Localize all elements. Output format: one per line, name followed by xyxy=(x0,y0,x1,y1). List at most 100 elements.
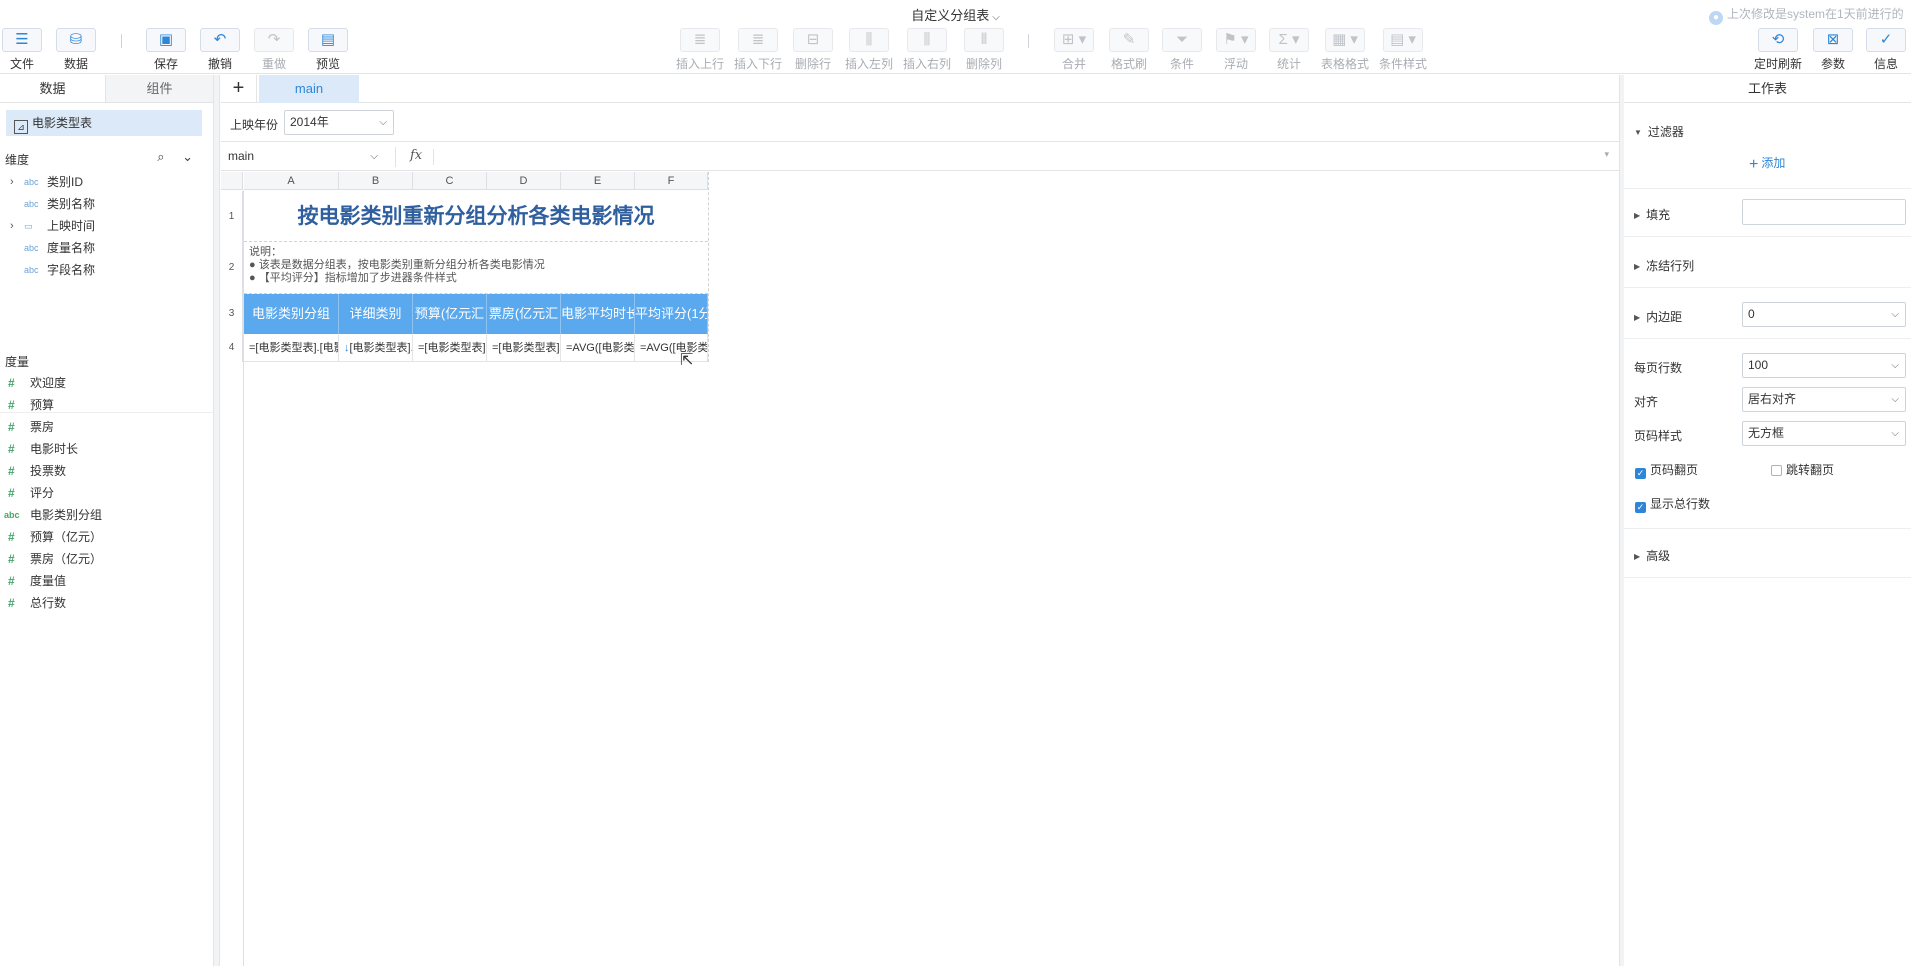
delete-row-button[interactable]: ⊟ 删除行 xyxy=(786,28,840,72)
last-modified-info: ● 上次修改是system在1天前进行的 xyxy=(1709,5,1911,25)
header-cell[interactable]: 预算(亿元汇 xyxy=(413,294,487,334)
tab-components[interactable]: 组件 xyxy=(105,75,213,102)
expand-formula-icon[interactable]: ▾ xyxy=(1604,149,1609,160)
mouse-cursor-icon: ⇱ xyxy=(680,352,694,369)
dimensions-title: 维度 xyxy=(5,153,30,167)
chevron-right-icon[interactable]: › xyxy=(10,172,20,192)
user-icon: ● xyxy=(1709,11,1723,25)
conditional-style-button[interactable]: ▤ ▾ 条件样式 xyxy=(1376,28,1430,72)
add-sheet-button[interactable]: + xyxy=(221,75,257,103)
text-type-icon: abc xyxy=(4,510,20,520)
report-title[interactable]: 按电影类别重新分组分析各类电影情况 xyxy=(244,191,708,242)
freeze-section[interactable]: ▶ 冻结行列 xyxy=(1634,257,1694,274)
row-header[interactable]: 4 xyxy=(221,334,243,362)
header-cell[interactable]: 平均评分(1分 xyxy=(635,294,708,334)
document-title[interactable]: 自定义分组表 ⌵ xyxy=(0,5,1911,24)
save-button[interactable]: ▣ 保存 xyxy=(139,28,193,72)
padding-select[interactable]: 0 ⌵ xyxy=(1742,302,1906,327)
left-panel-resizer[interactable] xyxy=(214,75,220,966)
rows-per-page-label: 每页行数 xyxy=(1634,361,1683,375)
scheduled-refresh-button[interactable]: ⟲ 定时刷新 xyxy=(1751,28,1805,72)
rows-per-page-select[interactable]: 100 ⌵ xyxy=(1742,353,1906,378)
column-header[interactable]: A xyxy=(244,172,339,190)
delete-row-icon: ⊟ xyxy=(793,28,833,52)
chevron-right-icon: ▶ xyxy=(1634,313,1641,322)
column-header[interactable]: B xyxy=(339,172,413,190)
year-select[interactable]: 2014年 ⌵ xyxy=(284,110,394,135)
params-icon: ⊠ xyxy=(1813,28,1853,52)
formula-cell[interactable]: ↓[电影类型表].[ xyxy=(339,334,413,362)
tab-data[interactable]: 数据 xyxy=(0,75,105,102)
redo-button[interactable]: ↷ 重做 xyxy=(247,28,301,72)
filter-icon: ⏷ xyxy=(1162,28,1202,52)
number-type-icon: # xyxy=(8,464,15,478)
table-format-button[interactable]: ▦ ▾ 表格格式 xyxy=(1318,28,1372,72)
params-button[interactable]: ⊠ 参数 xyxy=(1806,28,1860,72)
pager-style-label: 页码样式 xyxy=(1634,429,1683,443)
preview-button[interactable]: ▤ 预览 xyxy=(301,28,355,72)
column-header[interactable]: C xyxy=(413,172,487,190)
search-icon[interactable]: ⌕ xyxy=(157,149,164,164)
chevron-right-icon[interactable]: › xyxy=(10,216,20,236)
statistics-button[interactable]: Σ ▾ 统计 xyxy=(1262,28,1316,72)
spreadsheet-grid[interactable]: A B C D E F 1 2 3 4 按电影类别重新分组分析各类电影情况 说明… xyxy=(221,172,1619,966)
insert-row-below-button[interactable]: ≣ 插入下行 xyxy=(731,28,785,72)
format-painter-button[interactable]: ✎ 格式刷 xyxy=(1102,28,1156,72)
merge-button[interactable]: ⊞ ▾ 合并 xyxy=(1047,28,1101,72)
divider xyxy=(1624,188,1911,189)
sum-icon: Σ ▾ xyxy=(1269,28,1309,52)
padding-section[interactable]: ▶ 内边距 xyxy=(1634,308,1682,325)
formula-cell[interactable]: =[电影类型表].[ xyxy=(487,334,561,362)
header-cell[interactable]: 详细类别 xyxy=(339,294,413,334)
row-header[interactable]: 1 xyxy=(221,191,243,242)
align-select[interactable]: 居右对齐 ⌵ xyxy=(1742,387,1906,412)
report-description[interactable]: 说明： ● 该表是数据分组表，按电影类别重新分组分析各类电影情况 ● 【平均评分… xyxy=(244,242,708,294)
insert-row-above-icon: ≣ xyxy=(680,28,720,52)
fill-section[interactable]: ▶ 填充 xyxy=(1634,206,1670,223)
filter-section[interactable]: ▼ 过滤器 xyxy=(1634,123,1684,140)
show-total-checkbox[interactable]: ✓ 显示总行数 xyxy=(1635,495,1710,513)
insert-col-left-button[interactable]: ⫼ 插入左列 xyxy=(842,28,896,72)
formula-cell[interactable]: =AVG([电影类型 xyxy=(635,334,708,362)
formula-cell[interactable]: =[电影类型表].[电影 xyxy=(244,334,339,362)
delete-col-icon: ⫴ xyxy=(964,28,1004,52)
header-cell[interactable]: 电影平均时长 xyxy=(561,294,635,334)
header-cell[interactable]: 电影类别分组 xyxy=(244,294,339,334)
data-button[interactable]: ⛁ 数据 xyxy=(49,28,103,72)
row-header[interactable]: 3 xyxy=(221,294,243,334)
insert-col-right-button[interactable]: ⫼ 插入右列 xyxy=(900,28,954,72)
jump-flip-checkbox[interactable]: 跳转翻页 xyxy=(1771,461,1834,478)
grid-corner[interactable] xyxy=(221,172,243,190)
divider xyxy=(1624,338,1911,339)
float-button[interactable]: ⚑ ▾ 浮动 xyxy=(1209,28,1263,72)
number-type-icon: # xyxy=(8,398,15,412)
chevron-right-icon: ▶ xyxy=(1634,211,1641,220)
pager-style-select[interactable]: 无方框 ⌵ xyxy=(1742,421,1906,446)
number-type-icon: # xyxy=(8,574,15,588)
dataset-item[interactable]: ⊿ 电影类型表 xyxy=(6,110,202,136)
tab-main[interactable]: main xyxy=(259,75,359,103)
info-button[interactable]: ✓ 信息 xyxy=(1859,28,1911,72)
column-header[interactable]: E xyxy=(561,172,635,190)
database-icon: ⛁ xyxy=(56,28,96,52)
chevron-down-icon[interactable]: ⌄ xyxy=(182,149,193,164)
header-cell[interactable]: 票房(亿元汇 xyxy=(487,294,561,334)
file-button[interactable]: ☰ 文件 xyxy=(0,28,49,72)
formula-cell[interactable]: =[电影类型表].[ xyxy=(413,334,487,362)
redo-icon: ↷ xyxy=(254,28,294,52)
undo-button[interactable]: ↶ 撤销 xyxy=(193,28,247,72)
chevron-down-icon: ⌵ xyxy=(992,12,1000,23)
formula-cell[interactable]: =AVG([电影类型 xyxy=(561,334,635,362)
row-header[interactable]: 2 xyxy=(221,242,243,294)
add-filter-button[interactable]: + 添加 xyxy=(1749,154,1785,174)
condition-button[interactable]: ⏷ 条件 xyxy=(1155,28,1209,72)
pager-flip-checkbox[interactable]: ✓ 页码翻页 xyxy=(1635,461,1698,479)
column-header[interactable]: F xyxy=(635,172,708,190)
insert-row-above-button[interactable]: ≣ 插入上行 xyxy=(673,28,727,72)
delete-col-button[interactable]: ⫴ 删除列 xyxy=(957,28,1011,72)
column-header[interactable]: D xyxy=(487,172,561,190)
fill-color-input[interactable] xyxy=(1742,199,1906,225)
fx-icon[interactable]: fx xyxy=(410,148,422,163)
advanced-section[interactable]: ▶ 高级 xyxy=(1634,547,1670,564)
cell-name-box[interactable]: main ⌵ xyxy=(228,143,388,170)
